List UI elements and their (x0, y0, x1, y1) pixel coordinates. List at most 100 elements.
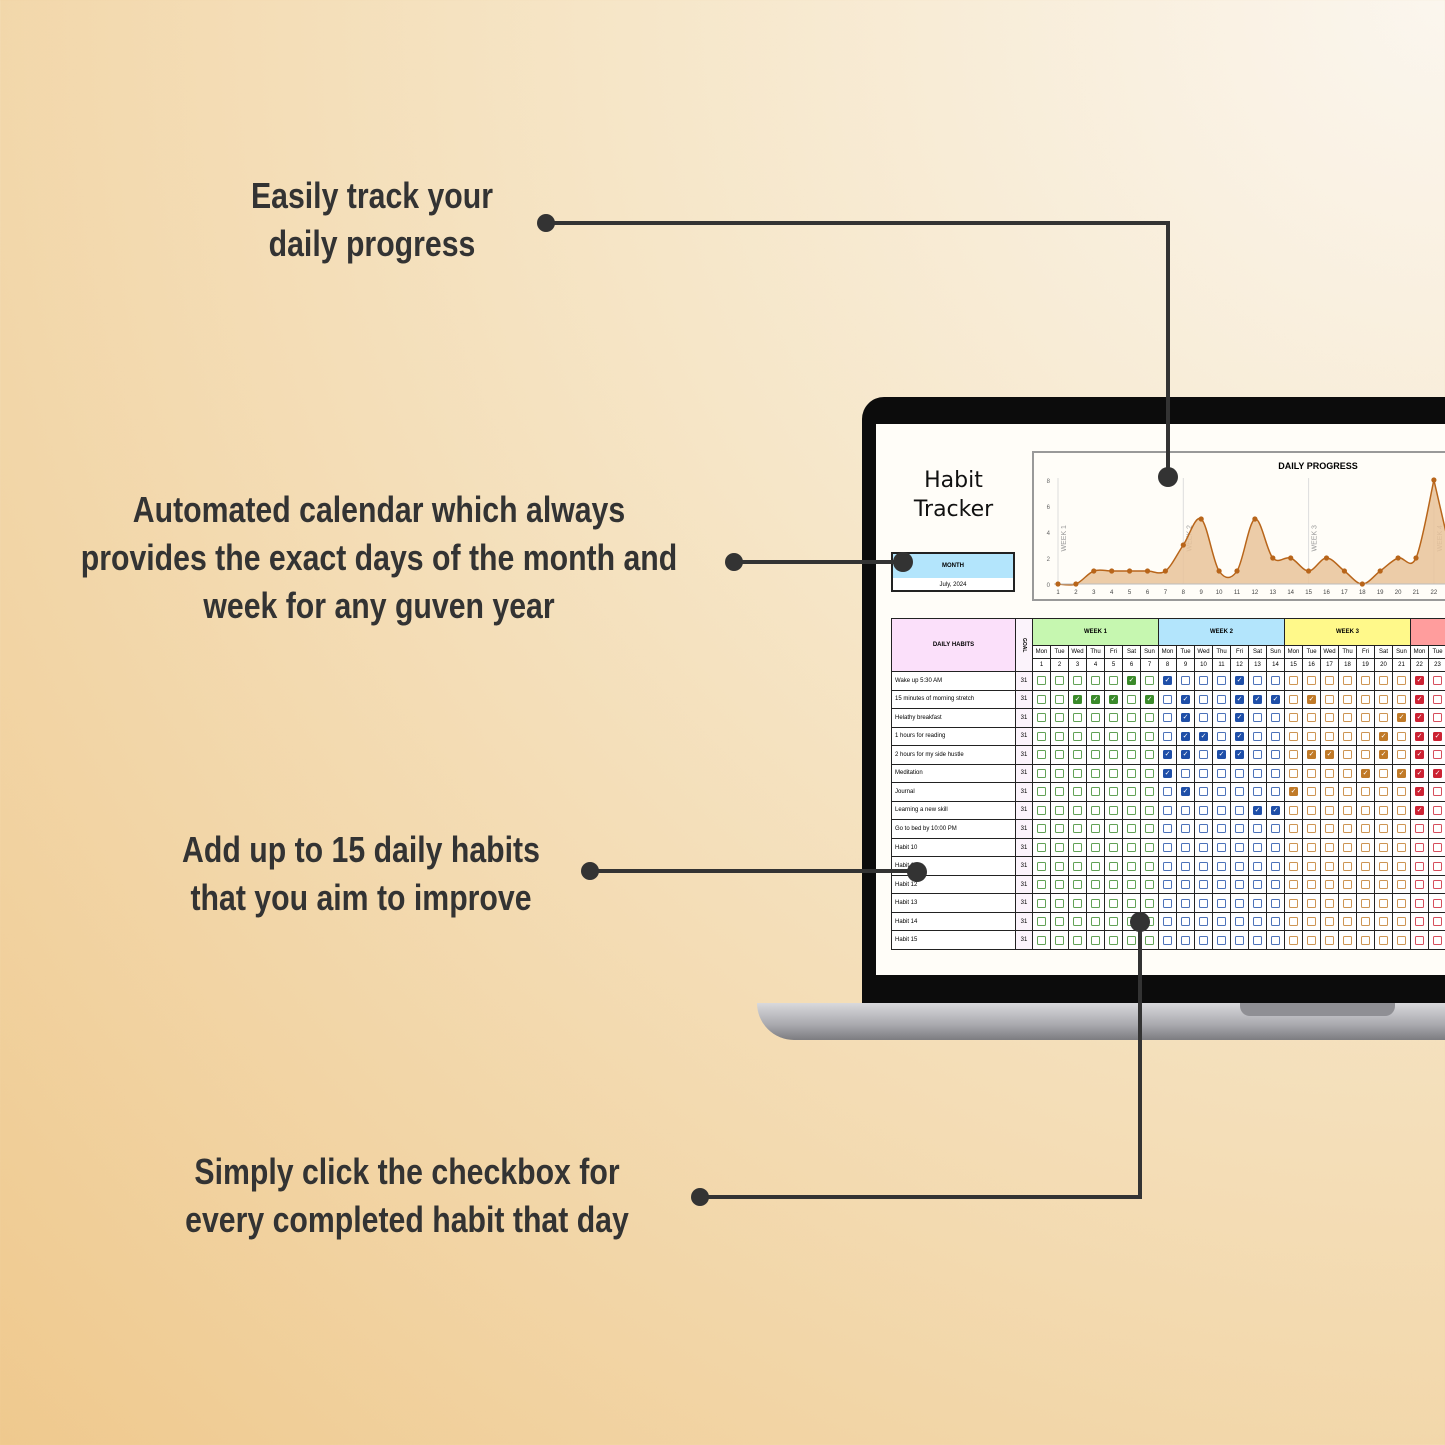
habit-checkbox[interactable] (1361, 898, 1370, 908)
habit-checkbox[interactable] (1073, 768, 1082, 778)
habit-checkbox[interactable] (1199, 676, 1208, 686)
habit-checkbox[interactable] (1199, 935, 1208, 945)
habit-checkbox[interactable] (1379, 768, 1388, 778)
habit-checkbox[interactable] (1433, 917, 1442, 927)
habit-checkbox[interactable] (1127, 787, 1136, 797)
habit-checkbox[interactable] (1091, 750, 1100, 760)
habit-checkbox[interactable] (1433, 713, 1442, 723)
habit-checkbox[interactable] (1433, 880, 1442, 890)
habit-checkbox[interactable] (1253, 880, 1262, 890)
habit-checkbox[interactable] (1055, 731, 1064, 741)
habit-checkbox[interactable] (1361, 750, 1370, 760)
habit-checkbox[interactable] (1109, 898, 1118, 908)
habit-checkbox[interactable] (1127, 713, 1136, 723)
habit-checkbox[interactable] (1307, 713, 1316, 723)
habit-checkbox[interactable] (1361, 676, 1370, 686)
habit-checkbox[interactable] (1199, 750, 1208, 760)
habit-checkbox[interactable] (1037, 880, 1046, 890)
habit-checkbox[interactable] (1289, 880, 1298, 890)
habit-checkbox[interactable]: ✓ (1289, 787, 1298, 797)
habit-checkbox[interactable] (1397, 694, 1406, 704)
habit-checkbox[interactable]: ✓ (1145, 694, 1154, 704)
habit-checkbox[interactable] (1163, 843, 1172, 853)
habit-checkbox[interactable] (1073, 917, 1082, 927)
habit-checkbox[interactable] (1397, 843, 1406, 853)
habit-checkbox[interactable] (1091, 898, 1100, 908)
habit-checkbox[interactable] (1253, 731, 1262, 741)
habit-checkbox[interactable]: ✓ (1307, 694, 1316, 704)
habit-checkbox[interactable] (1289, 843, 1298, 853)
habit-checkbox[interactable] (1433, 694, 1442, 704)
habit-checkbox[interactable]: ✓ (1073, 694, 1082, 704)
habit-checkbox[interactable] (1307, 861, 1316, 871)
habit-checkbox[interactable] (1199, 917, 1208, 927)
habit-checkbox[interactable] (1217, 880, 1226, 890)
habit-checkbox[interactable] (1235, 880, 1244, 890)
habit-checkbox[interactable]: ✓ (1415, 694, 1424, 704)
habit-checkbox[interactable] (1271, 750, 1280, 760)
habit-checkbox[interactable]: ✓ (1415, 805, 1424, 815)
habit-checkbox[interactable] (1127, 898, 1136, 908)
habit-checkbox[interactable] (1163, 824, 1172, 834)
habit-checkbox[interactable] (1073, 713, 1082, 723)
habit-checkbox[interactable] (1127, 843, 1136, 853)
habit-checkbox[interactable] (1073, 676, 1082, 686)
habit-checkbox[interactable] (1127, 731, 1136, 741)
habit-checkbox[interactable] (1055, 861, 1064, 871)
habit-checkbox[interactable] (1109, 731, 1118, 741)
habit-checkbox[interactable] (1253, 898, 1262, 908)
habit-checkbox[interactable] (1361, 917, 1370, 927)
habit-checkbox[interactable] (1271, 917, 1280, 927)
habit-checkbox[interactable] (1235, 787, 1244, 797)
habit-checkbox[interactable] (1379, 880, 1388, 890)
habit-checkbox[interactable] (1181, 935, 1190, 945)
habit-checkbox[interactable] (1091, 935, 1100, 945)
habit-checkbox[interactable] (1055, 935, 1064, 945)
habit-checkbox[interactable] (1181, 898, 1190, 908)
habit-checkbox[interactable] (1109, 880, 1118, 890)
habit-checkbox[interactable] (1343, 694, 1352, 704)
habit-checkbox[interactable] (1037, 917, 1046, 927)
habit-checkbox[interactable] (1379, 861, 1388, 871)
habit-checkbox[interactable]: ✓ (1163, 750, 1172, 760)
habit-checkbox[interactable] (1145, 805, 1154, 815)
habit-checkbox[interactable] (1325, 935, 1334, 945)
habit-checkbox[interactable] (1163, 935, 1172, 945)
habit-checkbox[interactable]: ✓ (1433, 768, 1442, 778)
habit-checkbox[interactable] (1253, 917, 1262, 927)
habit-checkbox[interactable] (1343, 861, 1352, 871)
month-selector[interactable]: MONTH July, 2024 (891, 552, 1015, 592)
habit-checkbox[interactable] (1109, 676, 1118, 686)
habit-checkbox[interactable] (1307, 787, 1316, 797)
habit-checkbox[interactable] (1235, 768, 1244, 778)
habit-checkbox[interactable] (1073, 805, 1082, 815)
habit-checkbox[interactable] (1433, 750, 1442, 760)
habit-checkbox[interactable] (1037, 750, 1046, 760)
habit-checkbox[interactable] (1253, 861, 1262, 871)
habit-checkbox[interactable] (1037, 935, 1046, 945)
habit-checkbox[interactable] (1199, 694, 1208, 704)
habit-checkbox[interactable] (1397, 676, 1406, 686)
habit-checkbox[interactable] (1253, 787, 1262, 797)
habit-checkbox[interactable] (1127, 694, 1136, 704)
habit-checkbox[interactable] (1199, 861, 1208, 871)
habit-checkbox[interactable]: ✓ (1415, 768, 1424, 778)
habit-checkbox[interactable] (1361, 843, 1370, 853)
habit-checkbox[interactable] (1055, 898, 1064, 908)
habit-checkbox[interactable] (1271, 843, 1280, 853)
habit-checkbox[interactable]: ✓ (1235, 713, 1244, 723)
habit-checkbox[interactable] (1091, 824, 1100, 834)
habit-checkbox[interactable] (1199, 787, 1208, 797)
habit-checkbox[interactable] (1361, 805, 1370, 815)
habit-checkbox[interactable] (1037, 805, 1046, 815)
habit-checkbox[interactable] (1361, 694, 1370, 704)
habit-checkbox[interactable]: ✓ (1235, 694, 1244, 704)
habit-checkbox[interactable] (1271, 676, 1280, 686)
habit-checkbox[interactable] (1289, 750, 1298, 760)
habit-checkbox[interactable] (1253, 935, 1262, 945)
habit-checkbox[interactable] (1055, 768, 1064, 778)
habit-checkbox[interactable] (1361, 787, 1370, 797)
habit-checkbox[interactable] (1055, 713, 1064, 723)
habit-checkbox[interactable] (1433, 805, 1442, 815)
habit-checkbox[interactable] (1289, 935, 1298, 945)
